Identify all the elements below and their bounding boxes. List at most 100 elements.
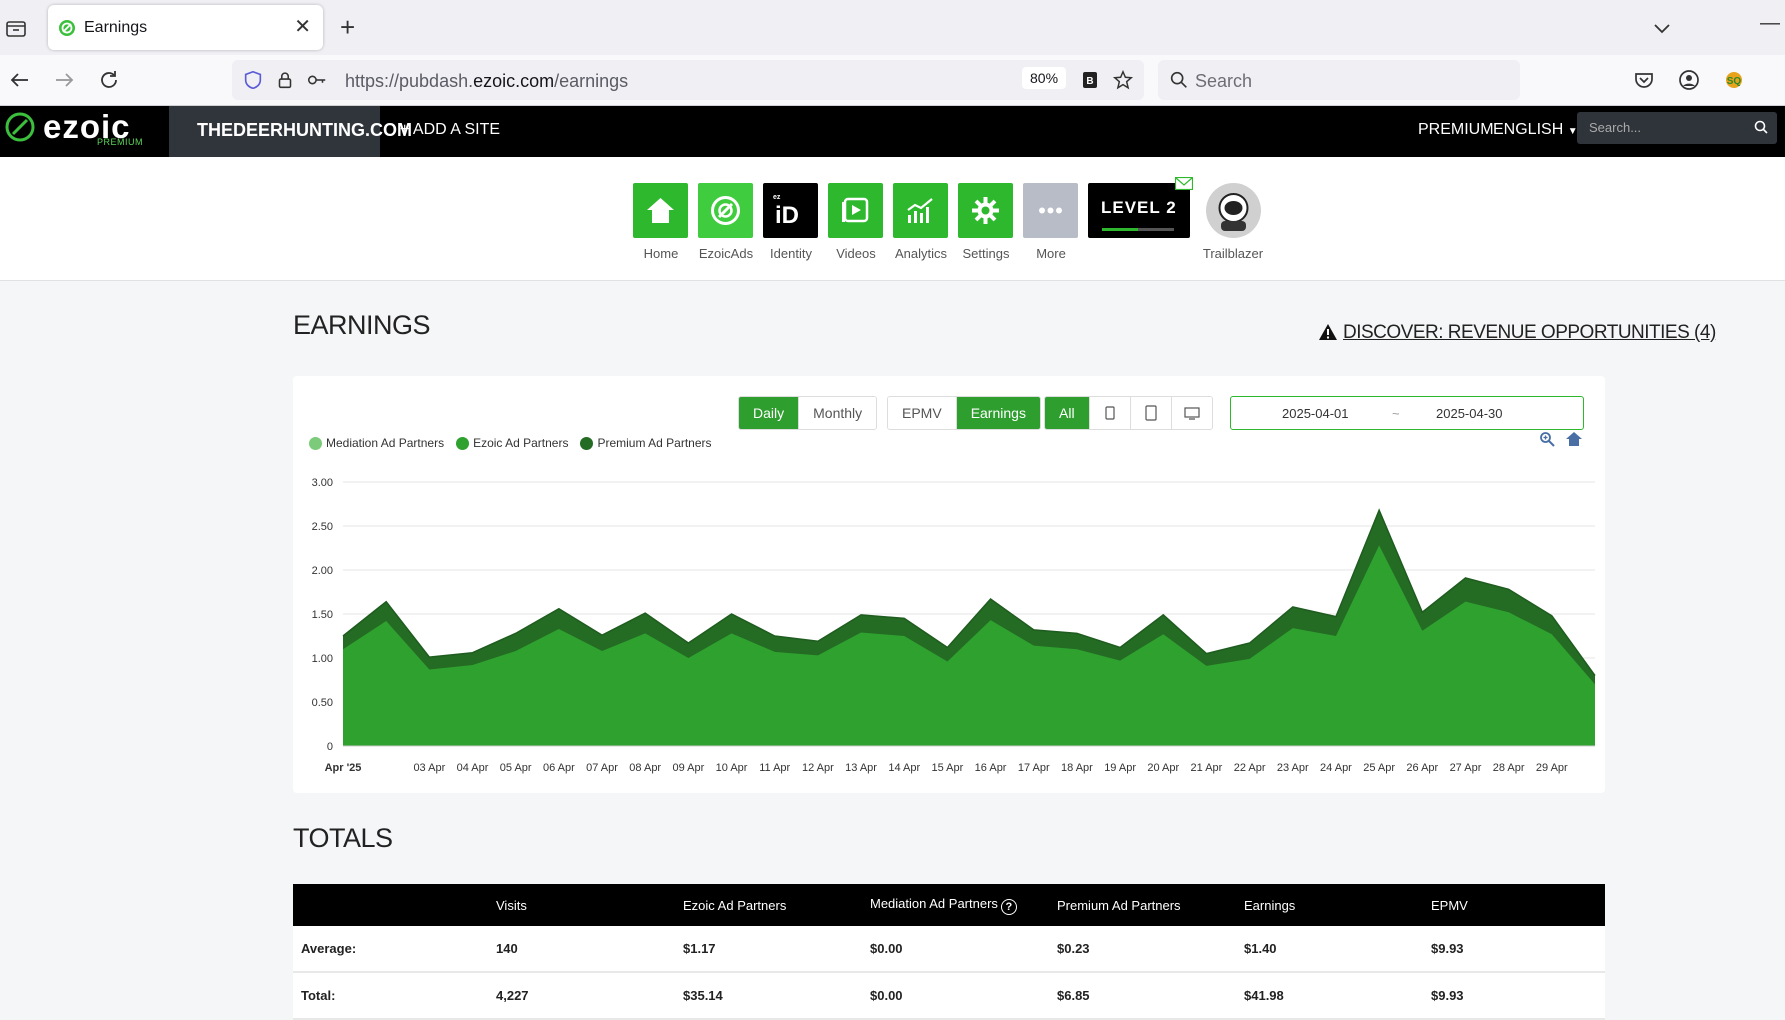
- y-tick-label: 0.50: [312, 697, 333, 709]
- key-icon[interactable]: [306, 69, 328, 91]
- lock-icon[interactable]: [274, 69, 296, 91]
- analytics-chart-icon: [907, 198, 933, 223]
- app-analytics[interactable]: Analytics: [893, 183, 949, 261]
- y-tick-label: 3.00: [312, 477, 333, 489]
- close-tab-icon[interactable]: ✕: [294, 15, 311, 39]
- x-tick-label: 05 Apr: [500, 762, 532, 774]
- trailblazer-badge[interactable]: Trailblazer: [1200, 183, 1266, 261]
- x-tick-label: 08 Apr: [629, 762, 661, 774]
- x-tick-label: 03 Apr: [413, 762, 445, 774]
- x-tick-label: 16 Apr: [975, 762, 1007, 774]
- table-cell: $0.23: [1049, 926, 1236, 973]
- table-row: Average: 140 $1.17 $0.00 $0.23 $1.40 $9.…: [293, 926, 1605, 973]
- app-more-label: More: [1036, 246, 1066, 261]
- x-tick-label: 15 Apr: [932, 762, 964, 774]
- account-icon[interactable]: [1677, 68, 1701, 92]
- y-tick-label: 2.00: [312, 565, 333, 577]
- x-tick-label: 14 Apr: [888, 762, 920, 774]
- site-name: THEDEERHUNTING.COM: [197, 120, 412, 140]
- x-tick-label: Apr '25: [325, 762, 362, 774]
- svg-text:iD: iD: [775, 202, 799, 224]
- gear-icon: [972, 197, 999, 224]
- mail-icon[interactable]: [1175, 177, 1193, 190]
- level-badge[interactable]: LEVEL 2: [1088, 177, 1193, 238]
- y-tick-label: 0: [327, 741, 333, 753]
- table-cell: $9.93: [1423, 926, 1605, 973]
- pocket-icon[interactable]: [1632, 68, 1656, 92]
- app-home[interactable]: Home: [633, 183, 689, 261]
- table-cell: $0.00: [862, 972, 1049, 1020]
- reader-view-icon[interactable]: B: [1080, 70, 1100, 90]
- browser-tab[interactable]: Earnings ✕: [48, 5, 323, 50]
- svg-text:B: B: [1086, 76, 1093, 87]
- forward-arrow-icon[interactable]: [52, 68, 76, 92]
- browser-search-bar[interactable]: Search: [1158, 60, 1520, 100]
- astronaut-avatar-icon: [1205, 183, 1261, 238]
- back-arrow-icon[interactable]: [8, 68, 32, 92]
- table-cell: $35.14: [675, 972, 862, 1020]
- x-tick-label: 25 Apr: [1363, 762, 1395, 774]
- table-cell: Average:: [293, 926, 488, 973]
- app-ezoicads[interactable]: EzoicAds: [698, 183, 754, 261]
- table-row: Total: 4,227 $35.14 $0.00 $6.85 $41.98 $…: [293, 972, 1605, 1020]
- browser-nav-bar: https://pubdash.ezoic.com/earnings 80% B…: [0, 55, 1785, 106]
- app-settings[interactable]: Settings: [958, 183, 1014, 261]
- shield-icon[interactable]: [242, 69, 264, 91]
- level-progress-bar: [1102, 228, 1174, 231]
- totals-col-ezoic: Ezoic Ad Partners: [675, 884, 862, 926]
- x-tick-label: 11 Apr: [759, 762, 790, 774]
- table-cell: $1.17: [675, 926, 862, 973]
- app-videos[interactable]: Videos: [828, 183, 884, 261]
- app-more[interactable]: More: [1023, 183, 1079, 261]
- level-label: LEVEL 2: [1101, 198, 1177, 217]
- new-tab-icon[interactable]: +: [340, 12, 355, 42]
- x-tick-label: 22 Apr: [1234, 762, 1266, 774]
- bookmark-star-icon[interactable]: [1112, 69, 1134, 91]
- totals-title: TOTALS: [293, 823, 393, 853]
- totals-header-row: Visits Ezoic Ad Partners Mediation Ad Pa…: [293, 884, 1605, 926]
- x-tick-label: 19 Apr: [1104, 762, 1136, 774]
- extension-icon[interactable]: SQ: [1722, 68, 1746, 92]
- search-icon: [1170, 71, 1187, 88]
- x-tick-label: 27 Apr: [1450, 762, 1482, 774]
- svg-text:ez: ez: [773, 194, 781, 201]
- app-identity[interactable]: ez iD Identity: [763, 183, 819, 261]
- y-tick-label: 1.00: [312, 653, 333, 665]
- language-label: ENGLISH: [1493, 121, 1564, 138]
- warning-icon: [1319, 324, 1337, 340]
- url-text[interactable]: https://pubdash.ezoic.com/earnings: [345, 71, 628, 92]
- table-cell: $6.85: [1049, 972, 1236, 1020]
- totals-table: Visits Ezoic Ad Partners Mediation Ad Pa…: [293, 884, 1605, 1020]
- ezoic-logo-icon: [5, 112, 35, 142]
- ezoic-favicon-icon: [59, 20, 75, 36]
- address-bar[interactable]: https://pubdash.ezoic.com/earnings 80% B: [232, 60, 1144, 100]
- language-dropdown[interactable]: ENGLISH ▼: [1493, 121, 1578, 139]
- x-tick-label: 17 Apr: [1018, 762, 1050, 774]
- ezoic-header: ezoic PREMIUM THEDEERHUNTING.COM + ADD A…: [0, 106, 1785, 157]
- discover-revenue-link[interactable]: DISCOVER: REVENUE OPPORTUNITIES (4): [1318, 322, 1716, 344]
- y-tick-label: 1.50: [312, 609, 333, 621]
- totals-col-epmv: EPMV: [1423, 884, 1605, 926]
- zoom-level[interactable]: 80%: [1022, 67, 1067, 89]
- site-selector[interactable]: THEDEERHUNTING.COM: [169, 106, 412, 157]
- tab-title: Earnings: [84, 19, 148, 36]
- minimize-window-icon[interactable]: —: [1760, 12, 1780, 35]
- app-navigation: Home EzoicAds ez iD Identity Videos Analy…: [0, 157, 1785, 281]
- premium-link[interactable]: PREMIUM: [1418, 121, 1494, 139]
- browser-search-placeholder: Search: [1195, 71, 1253, 91]
- search-icon[interactable]: [1753, 119, 1769, 135]
- x-tick-label: 04 Apr: [457, 762, 489, 774]
- table-cell: 4,227: [488, 972, 675, 1020]
- x-tick-label: 13 Apr: [845, 762, 877, 774]
- site-search-input[interactable]: Search...: [1577, 112, 1777, 144]
- table-cell: $1.40: [1236, 926, 1423, 973]
- chevron-down-icon[interactable]: [1650, 16, 1674, 40]
- reload-icon[interactable]: [97, 68, 121, 92]
- table-cell: 140: [488, 926, 675, 973]
- tab-list-icon[interactable]: [4, 16, 28, 40]
- help-question-icon[interactable]: ?: [1000, 898, 1017, 915]
- table-cell: Total:: [293, 972, 488, 1020]
- totals-col-earnings: Earnings: [1236, 884, 1423, 926]
- add-site-link[interactable]: + ADD A SITE: [400, 121, 500, 139]
- x-tick-label: 12 Apr: [802, 762, 834, 774]
